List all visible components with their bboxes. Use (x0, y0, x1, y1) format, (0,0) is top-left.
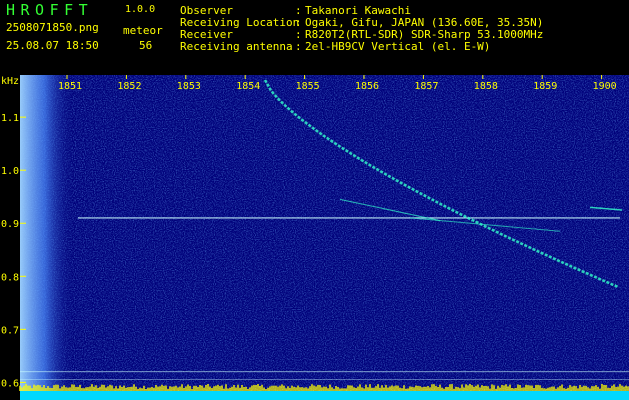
x-tick-label: 1854 (236, 81, 260, 92)
spectrogram-panel: kHz 1.1 1.0 0.9 0.8 0.7 0.6 1851 1852 1853 1854 185… (0, 75, 629, 400)
x-tick-label: 1900 (593, 81, 617, 92)
x-tick-label: 1852 (117, 81, 141, 92)
x-tick-label: 1853 (177, 81, 201, 92)
file-name: 2508071850.png (6, 21, 99, 34)
meteor-label: meteor (123, 24, 163, 37)
x-tick-label: 1857 (414, 81, 438, 92)
antenna-label: Receiving antenna (180, 40, 293, 53)
x-tick-label: 1856 (355, 81, 379, 92)
left-edge-noise (20, 75, 75, 400)
app-version: 1.0.0 (125, 4, 156, 15)
y-tick-label: 0.8 (1, 272, 19, 283)
x-tick-label: 1855 (296, 81, 320, 92)
x-tick-label: 1858 (474, 81, 498, 92)
app-title: HROFFT (6, 1, 94, 19)
noise-texture (20, 75, 629, 400)
meteor-count: 56 (139, 39, 153, 52)
spectrogram: kHz 1.1 1.0 0.9 0.8 0.7 0.6 1851 1852 1853 1854 185… (1, 75, 629, 400)
header-panel: HROFFT 1.0.0 2508071850.png meteor 25.08… (0, 0, 629, 75)
y-tick-label: 1.1 (1, 113, 19, 124)
y-tick-label: 0.6 (1, 378, 19, 389)
y-tick-label: 0.9 (1, 219, 19, 230)
x-tick-label: 1851 (58, 81, 82, 92)
antenna-value: 2el-HB9CV Vertical (el. E-W) (305, 40, 491, 53)
y-tick-label: 0.7 (1, 325, 19, 336)
y-tick-label: 1.0 (1, 166, 19, 177)
timestamp: 25.08.07 18:50 (6, 39, 99, 52)
x-tick-label: 1859 (533, 81, 557, 92)
amplitude-baseline (20, 391, 629, 400)
y-axis-unit-label: kHz (1, 76, 19, 87)
antenna-colon: : (295, 40, 302, 53)
